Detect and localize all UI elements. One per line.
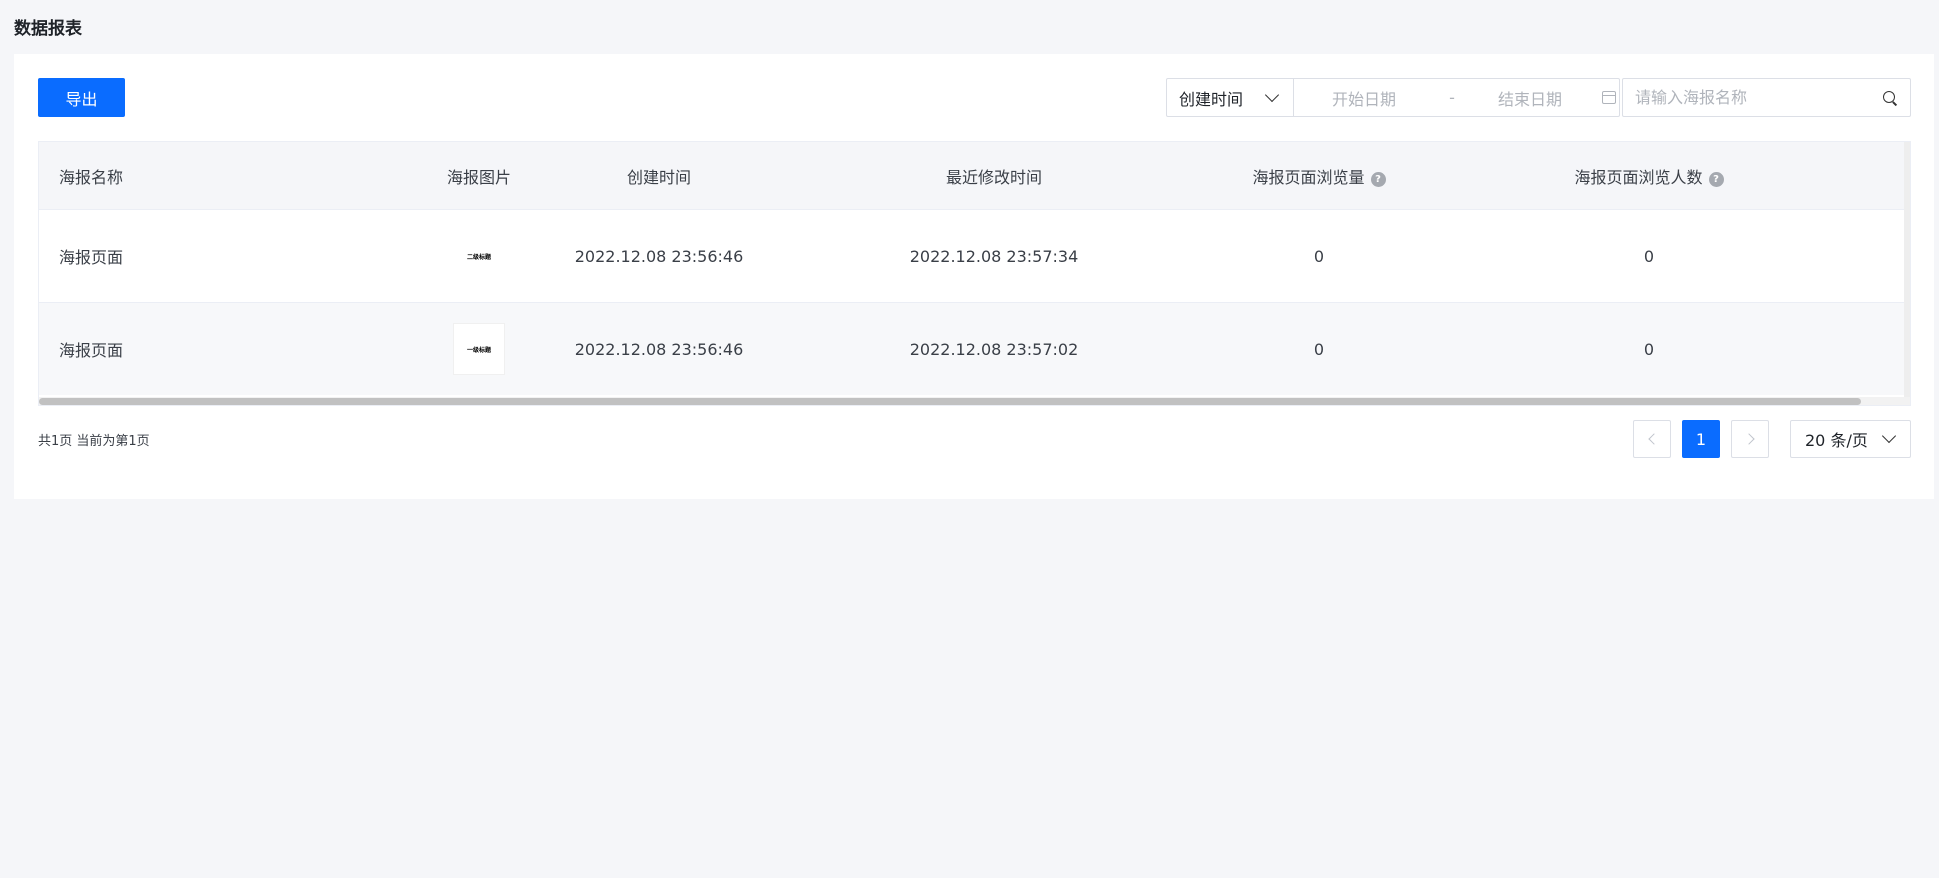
- cell-poster-image: 二级标题: [439, 236, 519, 276]
- table-row[interactable]: 海报页面 一级标题 2022.12.08 23:56:46 2022.12.08…: [39, 302, 1910, 395]
- report-card: 导出 创建时间 开始日期 - 结束日期 海报名称 海报图片 创建时间 最近修改时…: [14, 54, 1934, 499]
- cell-poster-name: 海报页面: [59, 248, 124, 267]
- header-page-views-label: 海报页面浏览量: [1252, 167, 1365, 187]
- horizontal-scrollbar[interactable]: [39, 397, 1910, 405]
- chevron-down-icon: [1264, 87, 1280, 102]
- start-date-input[interactable]: 开始日期: [1294, 86, 1434, 110]
- pagination: 1: [1633, 420, 1769, 458]
- end-date-input[interactable]: 结束日期: [1470, 86, 1590, 110]
- cell-modified-time: 2022.12.08 23:57:34: [909, 246, 1079, 266]
- header-unique-visitors: 海报页面浏览人数?: [1449, 164, 1849, 188]
- header-unique-visitors-label: 海报页面浏览人数: [1574, 167, 1703, 187]
- pagination-info: 共1页 当前为第1页: [38, 434, 150, 449]
- cell-page-views: 0: [1313, 246, 1325, 266]
- page-title: 数据报表: [14, 19, 82, 39]
- vertical-scrollbar[interactable]: [1904, 142, 1910, 405]
- search-icon[interactable]: [1882, 90, 1898, 106]
- cell-unique-visitors: 0: [1643, 246, 1655, 266]
- cell-poster-image: 一级标题: [439, 323, 519, 375]
- header-created-time: 创建时间: [626, 167, 691, 187]
- poster-thumbnail[interactable]: 一级标题: [453, 323, 505, 375]
- date-separator: -: [1449, 88, 1455, 107]
- cell-poster-name: 海报页面: [59, 341, 124, 360]
- header-poster-image: 海报图片: [446, 167, 511, 187]
- horizontal-scrollbar-thumb[interactable]: [39, 398, 1861, 405]
- report-table: 海报名称 海报图片 创建时间 最近修改时间 海报页面浏览量? 海报页面浏览人数?…: [38, 141, 1911, 406]
- poster-thumbnail[interactable]: 二级标题: [459, 236, 499, 276]
- date-type-value: 创建时间: [1179, 89, 1244, 109]
- calendar-icon: [1602, 91, 1616, 104]
- prev-page-button[interactable]: [1633, 420, 1671, 458]
- next-page-button[interactable]: [1731, 420, 1769, 458]
- header-poster-name: 海报名称: [59, 167, 124, 187]
- chevron-right-icon: [1742, 433, 1755, 445]
- cell-unique-visitors: 0: [1643, 339, 1655, 359]
- page-size-value: 20 条/页: [1805, 431, 1868, 450]
- date-filter: 创建时间 开始日期 - 结束日期: [1166, 78, 1620, 117]
- date-type-select[interactable]: 创建时间: [1167, 79, 1294, 116]
- poster-search-input[interactable]: [1635, 88, 1882, 107]
- export-button[interactable]: 导出: [38, 78, 125, 117]
- header-modified-time: 最近修改时间: [945, 167, 1042, 187]
- cell-modified-time: 2022.12.08 23:57:02: [909, 339, 1079, 359]
- cell-page-views: 0: [1313, 339, 1325, 359]
- cell-created-time: 2022.12.08 23:56:46: [574, 339, 744, 359]
- chevron-left-icon: [1647, 433, 1660, 445]
- header-page-views: 海报页面浏览量?: [1189, 164, 1449, 188]
- page-number-button[interactable]: 1: [1682, 420, 1720, 458]
- table-row[interactable]: 海报页面 二级标题 2022.12.08 23:56:46 2022.12.08…: [39, 209, 1910, 302]
- page-size-select[interactable]: 20 条/页: [1790, 420, 1911, 458]
- question-icon[interactable]: ?: [1708, 171, 1724, 187]
- question-icon[interactable]: ?: [1370, 171, 1386, 187]
- table-header: 海报名称 海报图片 创建时间 最近修改时间 海报页面浏览量? 海报页面浏览人数?: [39, 142, 1910, 209]
- cell-created-time: 2022.12.08 23:56:46: [574, 246, 744, 266]
- date-range-picker[interactable]: 开始日期 - 结束日期: [1294, 79, 1619, 116]
- search-box: [1622, 78, 1911, 117]
- chevron-down-icon: [1881, 428, 1897, 444]
